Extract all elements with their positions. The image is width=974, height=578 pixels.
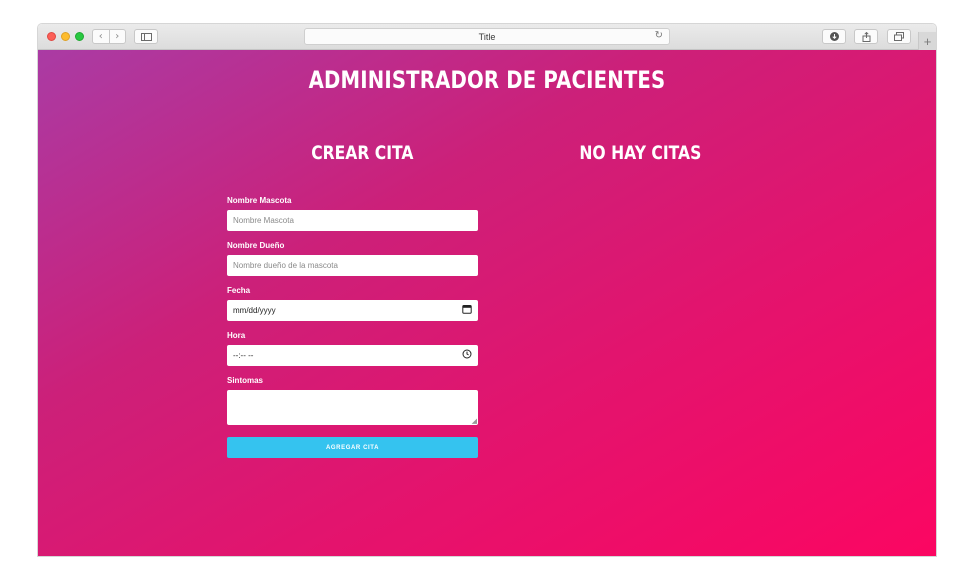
address-bar[interactable]: Title ↻ xyxy=(304,28,670,45)
date-value: mm/dd/yyyy xyxy=(233,306,276,315)
new-tab-button[interactable]: + xyxy=(918,32,936,50)
tabs-icon xyxy=(894,32,904,41)
browser-toolbar: ‹ › Title ↻ + xyxy=(38,24,936,50)
date-input[interactable]: mm/dd/yyyy xyxy=(227,300,478,321)
appointments-list-title: NO HAY CITAS xyxy=(579,142,702,164)
clock-icon[interactable] xyxy=(462,349,472,359)
download-icon xyxy=(829,32,839,41)
minimize-window-button[interactable] xyxy=(61,32,70,41)
nav-buttons: ‹ › xyxy=(92,29,126,44)
page-content: ADMINISTRADOR DE PACIENTES CREAR CITA NO… xyxy=(38,50,936,556)
pet-name-input[interactable]: Nombre Mascota xyxy=(227,210,478,231)
back-icon[interactable]: ‹ xyxy=(93,30,109,43)
symptoms-textarea[interactable]: ◢ xyxy=(227,390,478,425)
owner-name-input[interactable]: Nombre dueño de la mascota xyxy=(227,255,478,276)
time-label: Hora xyxy=(227,331,246,340)
sidebar-toggle-button[interactable] xyxy=(134,29,158,44)
time-input[interactable]: --:-- -- xyxy=(227,345,478,366)
symptoms-label: Sintomas xyxy=(227,376,264,385)
resize-grip-icon[interactable]: ◢ xyxy=(472,417,477,425)
add-appointment-button[interactable]: AGREGAR CITA xyxy=(227,437,478,458)
tab-title: Title xyxy=(478,31,496,42)
form-title: CREAR CITA xyxy=(311,142,414,164)
forward-icon[interactable]: › xyxy=(108,30,126,43)
appointment-form: Nombre Mascota Nombre Mascota Nombre Due… xyxy=(227,196,478,458)
app-title: ADMINISTRADOR DE PACIENTES xyxy=(308,66,666,94)
date-label: Fecha xyxy=(227,286,251,295)
pet-name-label: Nombre Mascota xyxy=(227,196,292,205)
share-button[interactable] xyxy=(854,29,878,44)
share-icon xyxy=(862,31,870,42)
tabs-overview-button[interactable] xyxy=(887,29,911,44)
zoom-window-button[interactable] xyxy=(75,32,84,41)
calendar-icon[interactable] xyxy=(462,304,472,314)
browser-window: ‹ › Title ↻ + ADMINISTRADOR DE PACIENTES… xyxy=(38,24,936,556)
sidebar-icon xyxy=(140,32,152,41)
reload-icon[interactable]: ↻ xyxy=(655,30,663,41)
time-value: --:-- -- xyxy=(233,351,254,360)
owner-name-label: Nombre Dueño xyxy=(227,241,285,250)
close-window-button[interactable] xyxy=(47,32,56,41)
download-button[interactable] xyxy=(822,29,846,44)
